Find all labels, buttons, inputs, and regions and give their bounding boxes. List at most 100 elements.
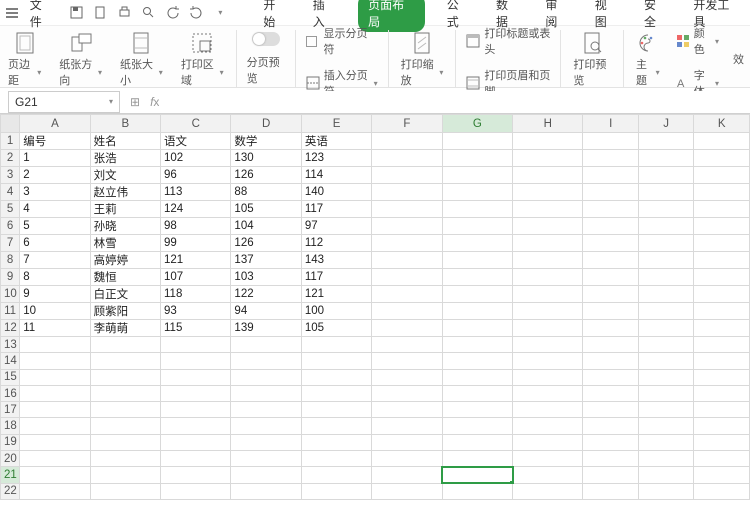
cell-I18[interactable] (583, 418, 638, 434)
cell-J9[interactable] (638, 269, 693, 286)
cell-J12[interactable] (638, 320, 693, 337)
cell-E4[interactable]: 140 (301, 184, 371, 201)
cell-G15[interactable] (442, 369, 512, 385)
paper-size-button[interactable]: 纸张大小▾ (118, 30, 165, 90)
cell-K4[interactable] (694, 184, 750, 201)
cell-B3[interactable]: 刘文 (90, 167, 160, 184)
cell-I1[interactable] (583, 133, 638, 150)
tab-6[interactable]: 视图 (591, 0, 622, 32)
row-header-10[interactable]: 10 (1, 286, 20, 303)
row-header-21[interactable]: 21 (1, 467, 20, 483)
cell-A14[interactable] (20, 353, 90, 369)
hamburger-icon[interactable] (6, 8, 20, 18)
cell-D6[interactable]: 104 (231, 218, 301, 235)
cell-H5[interactable] (513, 201, 583, 218)
cell-K22[interactable] (694, 483, 750, 499)
cell-G9[interactable] (442, 269, 512, 286)
cell-J7[interactable] (638, 235, 693, 252)
cell-F3[interactable] (372, 167, 442, 184)
cell-H8[interactable] (513, 252, 583, 269)
cell-F13[interactable] (372, 337, 442, 353)
col-header-C[interactable]: C (161, 115, 231, 133)
row-header-7[interactable]: 7 (1, 235, 20, 252)
cell-H20[interactable] (513, 451, 583, 467)
cell-I16[interactable] (583, 385, 638, 401)
cell-J11[interactable] (638, 303, 693, 320)
col-header-I[interactable]: I (583, 115, 638, 133)
cell-G2[interactable] (442, 150, 512, 167)
cell-E20[interactable] (301, 451, 371, 467)
cell-C13[interactable] (161, 337, 231, 353)
cell-F10[interactable] (372, 286, 442, 303)
cell-B19[interactable] (90, 434, 160, 450)
cell-J15[interactable] (638, 369, 693, 385)
show-page-break-checkbox[interactable]: 显示分页符 (306, 23, 378, 59)
cell-B21[interactable] (90, 467, 160, 483)
cell-E15[interactable] (301, 369, 371, 385)
cell-H16[interactable] (513, 385, 583, 401)
cell-B20[interactable] (90, 451, 160, 467)
cell-K1[interactable] (694, 133, 750, 150)
cell-F12[interactable] (372, 320, 442, 337)
cell-C5[interactable]: 124 (161, 201, 231, 218)
cell-E1[interactable]: 英语 (301, 133, 371, 150)
cell-C17[interactable] (161, 402, 231, 418)
cell-D15[interactable] (231, 369, 301, 385)
cell-D22[interactable] (231, 483, 301, 499)
row-header-4[interactable]: 4 (1, 184, 20, 201)
theme-button[interactable]: 主题▾ (634, 30, 662, 90)
row-header-8[interactable]: 8 (1, 252, 20, 269)
cell-G5[interactable] (442, 201, 512, 218)
cell-K18[interactable] (694, 418, 750, 434)
cell-J13[interactable] (638, 337, 693, 353)
cell-F20[interactable] (372, 451, 442, 467)
row-header-16[interactable]: 16 (1, 385, 20, 401)
cell-I10[interactable] (583, 286, 638, 303)
fx-icon[interactable]: fx (150, 95, 159, 109)
cell-J3[interactable] (638, 167, 693, 184)
cell-K13[interactable] (694, 337, 750, 353)
cell-H15[interactable] (513, 369, 583, 385)
cell-H14[interactable] (513, 353, 583, 369)
cell-D12[interactable]: 139 (231, 320, 301, 337)
cell-I12[interactable] (583, 320, 638, 337)
col-header-K[interactable]: K (694, 115, 750, 133)
cell-K9[interactable] (694, 269, 750, 286)
cell-I3[interactable] (583, 167, 638, 184)
cell-J16[interactable] (638, 385, 693, 401)
cell-K20[interactable] (694, 451, 750, 467)
cell-D13[interactable] (231, 337, 301, 353)
fx-insert-icon[interactable]: ⊞ (130, 95, 140, 109)
cell-E14[interactable] (301, 353, 371, 369)
redo-icon[interactable] (189, 6, 203, 20)
cell-D3[interactable]: 126 (231, 167, 301, 184)
cell-B10[interactable]: 白正文 (90, 286, 160, 303)
row-header-13[interactable]: 13 (1, 337, 20, 353)
print-titles-button[interactable]: 打印标题或表头 (466, 23, 550, 59)
col-header-F[interactable]: F (372, 115, 442, 133)
row-header-20[interactable]: 20 (1, 451, 20, 467)
cell-A21[interactable] (20, 467, 90, 483)
cell-G7[interactable] (442, 235, 512, 252)
cell-J14[interactable] (638, 353, 693, 369)
cell-K3[interactable] (694, 167, 750, 184)
cell-G8[interactable] (442, 252, 512, 269)
cell-G10[interactable] (442, 286, 512, 303)
cell-C22[interactable] (161, 483, 231, 499)
cell-B15[interactable] (90, 369, 160, 385)
cell-H9[interactable] (513, 269, 583, 286)
cell-B2[interactable]: 张浩 (90, 150, 160, 167)
row-header-1[interactable]: 1 (1, 133, 20, 150)
cell-G20[interactable] (442, 451, 512, 467)
cell-E5[interactable]: 117 (301, 201, 371, 218)
cell-H10[interactable] (513, 286, 583, 303)
cell-H21[interactable] (513, 467, 583, 483)
cell-G21[interactable] (442, 467, 512, 483)
cell-H22[interactable] (513, 483, 583, 499)
cell-I8[interactable] (583, 252, 638, 269)
cell-E21[interactable] (301, 467, 371, 483)
cell-I14[interactable] (583, 353, 638, 369)
cell-F11[interactable] (372, 303, 442, 320)
cell-E13[interactable] (301, 337, 371, 353)
cell-E22[interactable] (301, 483, 371, 499)
